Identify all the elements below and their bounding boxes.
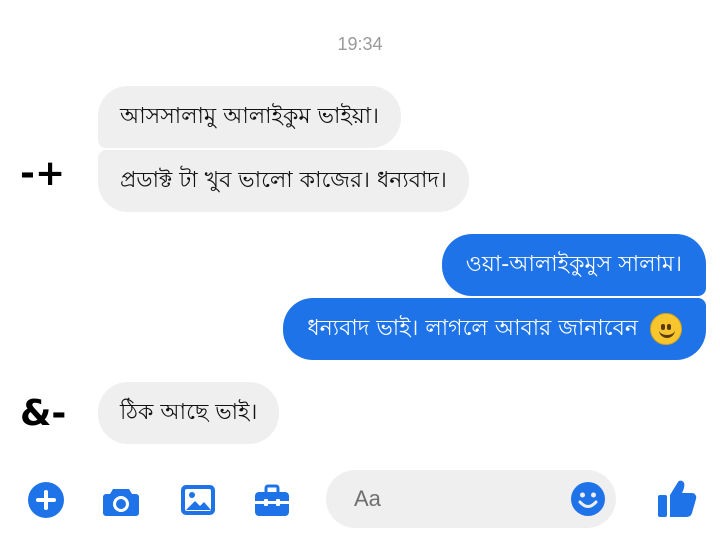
emoji-icon[interactable] (570, 481, 606, 517)
incoming-message-bubble[interactable]: প্রডাক্ট টা খুব ভালো কাজের। ধন্যবাদ। (98, 150, 469, 212)
outgoing-message-bubble[interactable]: ধন্যবাদ ভাই। লাগলে আবার জানাবেন (283, 298, 706, 360)
outgoing-message-bubble[interactable]: ওয়া-আলাইকুমুস সালাম। (441, 234, 706, 296)
annotation-mark: &- (20, 393, 67, 434)
message-composer[interactable] (326, 470, 616, 528)
message-text: প্রডাক্ট টা খুব ভালো কাজের। ধন্যবাদ। (120, 167, 447, 193)
plus-icon[interactable] (26, 480, 66, 520)
incoming-message-bubble[interactable]: আসসালামু আলাইকুম ভাইয়া। (98, 86, 401, 148)
message-text: ধন্যবাদ ভাই। লাগলে আবার জানাবেন (307, 315, 638, 341)
message-text: ঠিক আছে ভাই। (120, 399, 258, 425)
camera-icon[interactable] (101, 480, 141, 520)
message-text: আসসালামু আলাইকুম ভাইয়া। (120, 103, 379, 129)
message-text: ওয়া-আলাইকুমুস সালাম। (465, 251, 682, 277)
gallery-icon[interactable] (178, 480, 218, 520)
incoming-message-bubble[interactable]: ঠিক আছে ভাই। (98, 382, 280, 444)
message-timestamp: 19:34 (337, 34, 383, 54)
annotation-mark: -+ (20, 153, 66, 194)
slightly-smiling-face-icon (650, 313, 682, 345)
thumbs-up-icon[interactable] (655, 476, 699, 520)
toolbox-icon[interactable] (252, 480, 292, 520)
message-input[interactable] (354, 480, 574, 518)
